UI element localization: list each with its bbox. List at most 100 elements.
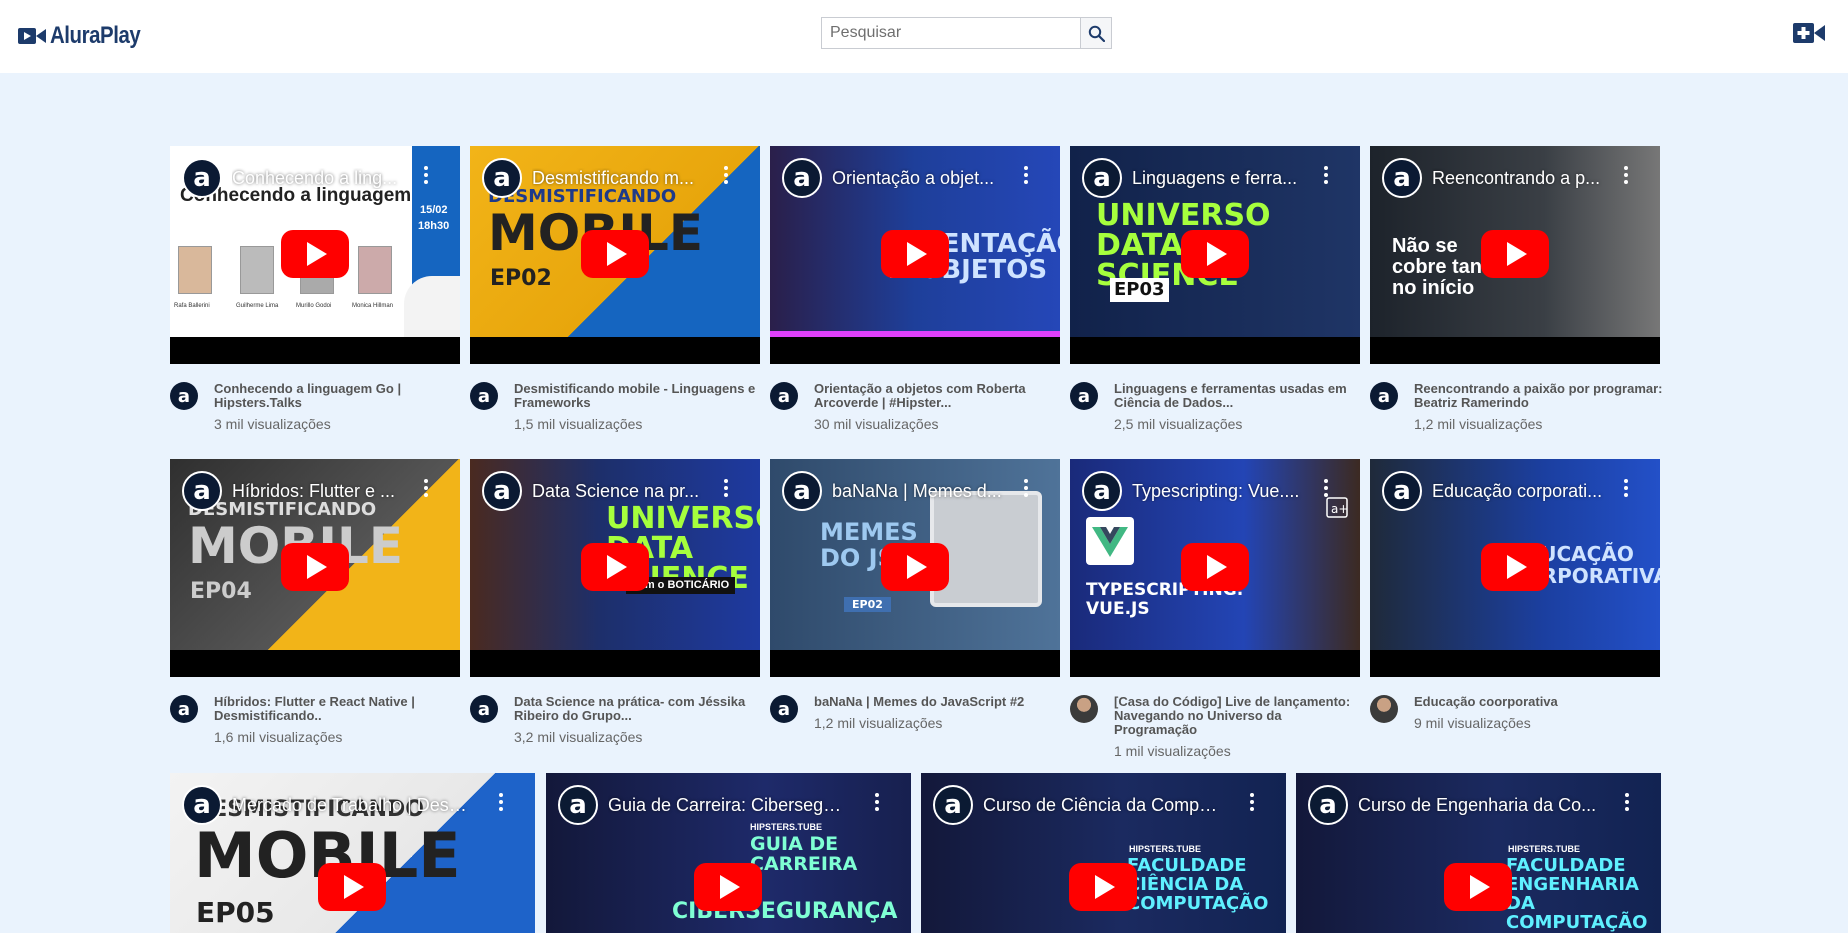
play-button[interactable] bbox=[1481, 543, 1549, 591]
video-thumbnail[interactable]: UNIVERSO DATA SCIENCE com o BOTICÁRIO a … bbox=[470, 459, 760, 677]
video-title[interactable]: Desmistificando mobile - Linguagens e Fr… bbox=[514, 382, 768, 410]
play-button[interactable] bbox=[581, 543, 649, 591]
play-button[interactable] bbox=[1181, 230, 1249, 278]
play-button[interactable] bbox=[881, 543, 949, 591]
video-title[interactable]: Linguagens e ferramentas usadas em Ciênc… bbox=[1114, 382, 1368, 410]
channel-avatar[interactable]: a bbox=[770, 382, 798, 410]
overlay-title[interactable]: Desmistificando m... bbox=[532, 168, 707, 189]
video-thumbnail[interactable]: DESMISTIFICANDO MOBILE EP04 a Híbridos: … bbox=[170, 459, 460, 677]
channel-logo[interactable]: a bbox=[482, 158, 522, 198]
video-thumbnail[interactable]: HIPSTERS.TUBE FACULDADE ENGENHARIA DA CO… bbox=[1296, 773, 1661, 933]
video-title[interactable]: Orientação a objetos com Roberta Arcover… bbox=[814, 382, 1068, 410]
play-button[interactable] bbox=[1444, 863, 1512, 911]
view-count: 1 mil visualizações bbox=[1114, 743, 1231, 759]
channel-logo[interactable]: a bbox=[182, 785, 222, 825]
video-title[interactable]: Reencontrando a paixão por programar: Be… bbox=[1414, 382, 1668, 410]
video-thumbnail[interactable]: ORIENTAÇÃO A OBJETOS a Orientação a obje… bbox=[770, 146, 1060, 364]
video-thumbnail[interactable]: EDUCAÇÃO CORPORATIVA a Educação corporat… bbox=[1370, 459, 1660, 677]
play-button[interactable] bbox=[281, 543, 349, 591]
more-options-icon[interactable] bbox=[1024, 479, 1028, 497]
video-thumbnail[interactable]: TYPESCRIPTING: VUE.JS a+ a Typescripting… bbox=[1070, 459, 1360, 677]
more-options-icon[interactable] bbox=[1624, 479, 1628, 497]
more-options-icon[interactable] bbox=[724, 479, 728, 497]
video-thumbnail[interactable]: DESMISTIFICANDO MOBILE EP05 a Mercado de… bbox=[170, 773, 535, 933]
video-title[interactable]: Híbridos: Flutter e React Native | Desmi… bbox=[214, 695, 468, 723]
video-title[interactable]: Conhecendo a linguagem Go | Hipsters.Tal… bbox=[214, 382, 468, 410]
video-title[interactable]: Educação coorporativa bbox=[1414, 695, 1668, 709]
video-thumbnail[interactable]: Não se cobre tanto no início a Reencontr… bbox=[1370, 146, 1660, 364]
play-button[interactable] bbox=[881, 230, 949, 278]
play-button[interactable] bbox=[281, 230, 349, 278]
channel-avatar[interactable] bbox=[1370, 695, 1398, 723]
channel-avatar[interactable]: a bbox=[1370, 382, 1398, 410]
view-count: 1,6 mil visualizações bbox=[214, 729, 343, 745]
play-button[interactable] bbox=[1181, 543, 1249, 591]
channel-avatar[interactable]: a bbox=[1070, 382, 1098, 410]
play-button[interactable] bbox=[581, 230, 649, 278]
thumbnail-sub-text: EP04 bbox=[190, 579, 252, 604]
channel-avatar[interactable]: a bbox=[470, 695, 498, 723]
overlay-title[interactable]: Reencontrando a p... bbox=[1432, 168, 1607, 189]
overlay-title[interactable]: Educação corporati... bbox=[1432, 481, 1607, 502]
play-button[interactable] bbox=[318, 863, 386, 911]
more-options-icon[interactable] bbox=[724, 166, 728, 184]
channel-logo[interactable]: a bbox=[182, 471, 222, 511]
add-video-button[interactable] bbox=[1793, 22, 1825, 49]
more-options-icon[interactable] bbox=[1625, 793, 1629, 811]
channel-avatar[interactable]: a bbox=[170, 695, 198, 723]
channel-logo[interactable]: a bbox=[182, 158, 222, 198]
add-queue-icon[interactable]: a+ bbox=[1326, 497, 1350, 519]
channel-avatar[interactable]: a bbox=[770, 695, 798, 723]
overlay-title[interactable]: Curso de Ciência da Comput... bbox=[983, 795, 1223, 816]
overlay-title[interactable]: Orientação a objet... bbox=[832, 168, 1007, 189]
play-button[interactable] bbox=[1069, 863, 1137, 911]
channel-logo[interactable]: a bbox=[1382, 471, 1422, 511]
channel-logo[interactable]: a bbox=[1308, 785, 1348, 825]
more-options-icon[interactable] bbox=[875, 793, 879, 811]
video-thumbnail[interactable]: DESMISTIFICANDO MOBILE EP02 a Desmistifi… bbox=[470, 146, 760, 364]
overlay-title[interactable]: Data Science na pr... bbox=[532, 481, 707, 502]
search-input[interactable] bbox=[821, 17, 1080, 49]
channel-logo[interactable]: a bbox=[482, 471, 522, 511]
more-options-icon[interactable] bbox=[1324, 166, 1328, 184]
channel-logo[interactable]: a bbox=[1082, 471, 1122, 511]
overlay-title[interactable]: Híbridos: Flutter e ... bbox=[232, 481, 407, 502]
thumbnail-text: GUIA DE CARREIRA bbox=[750, 833, 858, 875]
overlay-title[interactable]: Linguagens e ferra... bbox=[1132, 168, 1307, 189]
channel-logo[interactable]: a bbox=[1382, 158, 1422, 198]
video-thumbnail[interactable]: HIPSTERS.TUBE GUIA DE CARREIRA CIBERSEGU… bbox=[546, 773, 911, 933]
video-title[interactable]: baNaNa | Memes do JavaScript #2 bbox=[814, 695, 1068, 709]
aluraplay-logo[interactable]: AluraPlay bbox=[18, 22, 156, 50]
overlay-title[interactable]: Mercado de Trabalho | Desm... bbox=[232, 795, 472, 816]
overlay-title[interactable]: Conhecendo a ling... bbox=[232, 168, 407, 189]
more-options-icon[interactable] bbox=[1624, 166, 1628, 184]
search-button[interactable] bbox=[1080, 17, 1112, 49]
channel-logo[interactable]: a bbox=[933, 785, 973, 825]
channel-logo[interactable]: a bbox=[782, 158, 822, 198]
play-button[interactable] bbox=[1481, 230, 1549, 278]
more-options-icon[interactable] bbox=[424, 166, 428, 184]
logo-text: AluraPlay bbox=[50, 22, 141, 49]
channel-avatar[interactable]: a bbox=[470, 382, 498, 410]
video-thumbnail[interactable]: MEMES DO JS EP02 a baNaNa | Memes d... bbox=[770, 459, 1060, 677]
more-options-icon[interactable] bbox=[1324, 479, 1328, 497]
more-options-icon[interactable] bbox=[424, 479, 428, 497]
video-thumbnail[interactable]: HIPSTERS.TUBE FACULDADE CIÊNCIA DA COMPU… bbox=[921, 773, 1286, 933]
more-options-icon[interactable] bbox=[499, 793, 503, 811]
overlay-title[interactable]: baNaNa | Memes d... bbox=[832, 481, 1007, 502]
video-thumbnail[interactable]: Conhecendo a linguagem Go 15/02 18h30 Ra… bbox=[170, 146, 460, 364]
overlay-title[interactable]: Curso de Engenharia da Co... bbox=[1358, 795, 1598, 816]
channel-avatar[interactable] bbox=[1070, 695, 1098, 723]
video-title[interactable]: [Casa do Código] Live de lançamento: Nav… bbox=[1114, 695, 1368, 737]
video-thumbnail[interactable]: UNIVERSO DATA SCIENCE EP03 a Linguagens … bbox=[1070, 146, 1360, 364]
channel-logo[interactable]: a bbox=[782, 471, 822, 511]
more-options-icon[interactable] bbox=[1024, 166, 1028, 184]
overlay-title[interactable]: Typescripting: Vue.... bbox=[1132, 481, 1307, 502]
overlay-title[interactable]: Guia de Carreira: Cibersegur... bbox=[608, 795, 848, 816]
channel-avatar[interactable]: a bbox=[170, 382, 198, 410]
channel-logo[interactable]: a bbox=[558, 785, 598, 825]
channel-logo[interactable]: a bbox=[1082, 158, 1122, 198]
video-title[interactable]: Data Science na prática- com Jéssika Rib… bbox=[514, 695, 768, 723]
play-button[interactable] bbox=[694, 863, 762, 911]
more-options-icon[interactable] bbox=[1250, 793, 1254, 811]
